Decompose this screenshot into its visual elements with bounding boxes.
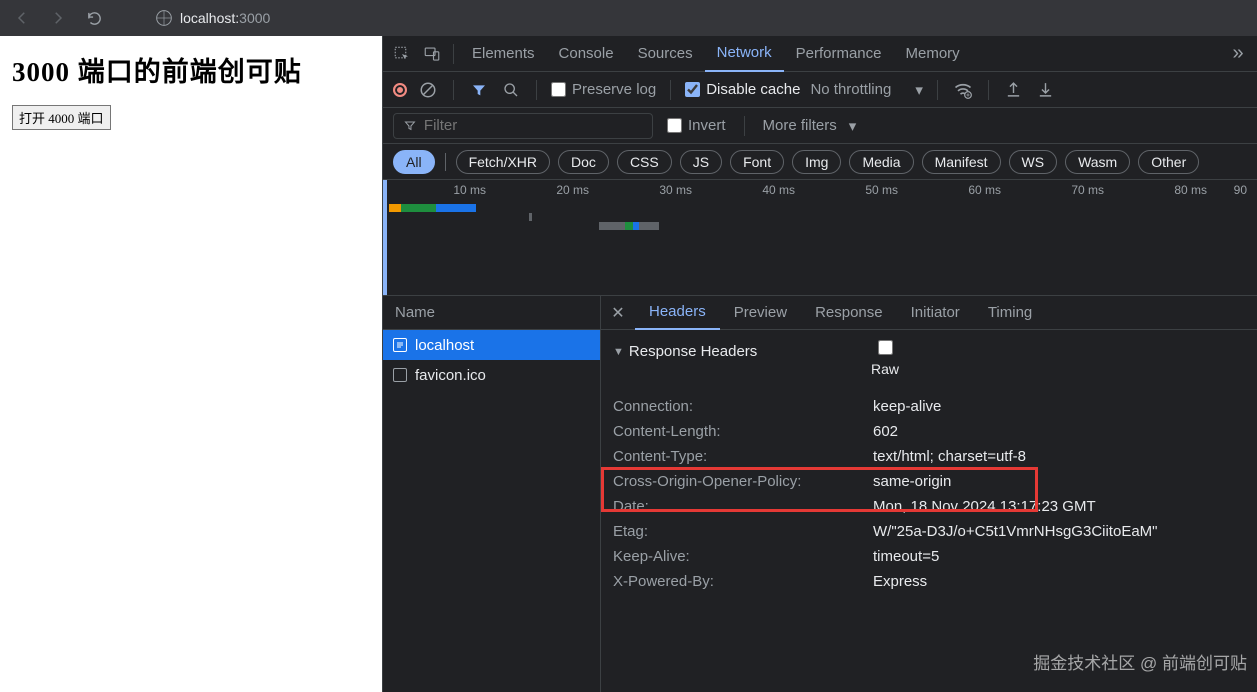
filter-toggle-icon[interactable] [468,79,490,101]
type-filter-bar: All Fetch/XHR Doc CSS JS Font Img Media … [383,144,1257,180]
record-button[interactable] [393,83,407,97]
clear-icon[interactable] [417,79,439,101]
filter-css[interactable]: CSS [617,150,672,174]
open-4000-button[interactable]: 打开 4000 端口 [12,105,111,130]
devtools-panel: Elements Console Sources Network Perform… [382,36,1257,692]
filter-all[interactable]: All [393,150,435,174]
table-row: X-Powered-By:Express [613,569,1245,594]
table-row: Content-Length:602 [613,419,1245,444]
filter-other[interactable]: Other [1138,150,1199,174]
forward-button[interactable] [44,4,72,32]
filter-fetch-xhr[interactable]: Fetch/XHR [456,150,550,174]
network-toolbar: Preserve log Disable cache No throttling… [383,72,1257,108]
table-row: Etag:W/"25a-D3J/o+C5t1VmrNHsgG3CiitoEaM" [613,519,1245,544]
network-conditions-icon[interactable] [952,79,974,101]
request-item-localhost[interactable]: localhost [383,330,600,360]
detail-tab-initiator[interactable]: Initiator [897,296,974,330]
filter-js[interactable]: JS [680,150,722,174]
insecure-icon [156,10,172,26]
table-row: Content-Type:text/html; charset=utf-8 [613,444,1245,469]
address-url: localhost:3000 [180,10,270,26]
reload-button[interactable] [80,4,108,32]
filter-font[interactable]: Font [730,150,784,174]
throttling-dropdown[interactable]: No throttling▾ [810,81,922,99]
close-details-button[interactable]: ✕ [601,296,635,330]
timeline-overview[interactable]: 10 ms 20 ms 30 ms 40 ms 50 ms 60 ms 70 m… [383,180,1257,296]
response-headers-section[interactable]: ▼ Response Headers [601,341,1257,362]
import-har-icon[interactable] [1003,79,1025,101]
more-filters-dropdown[interactable]: More filters▾ [763,117,857,135]
filter-ws[interactable]: WS [1009,150,1058,174]
search-icon[interactable] [500,79,522,101]
devtools-tabs: Elements Console Sources Network Perform… [383,36,1257,72]
table-row: Cross-Origin-Opener-Policy:same-origin [613,469,1245,494]
tab-memory[interactable]: Memory [894,36,972,72]
filter-wasm[interactable]: Wasm [1065,150,1130,174]
response-headers-table: Connection:keep-alive Content-Length:602… [601,394,1257,594]
table-row: Connection:keep-alive [613,394,1245,419]
expand-icon: ▼ [613,346,624,358]
table-row: Keep-Alive:timeout=5 [613,544,1245,569]
tab-performance[interactable]: Performance [784,36,894,72]
tab-elements[interactable]: Elements [460,36,547,72]
filter-img[interactable]: Img [792,150,841,174]
page-heading: 3000 端口的前端创可贴 [12,50,370,89]
tab-console[interactable]: Console [547,36,626,72]
back-button[interactable] [8,4,36,32]
filter-media[interactable]: Media [849,150,913,174]
tab-network[interactable]: Network [705,36,784,72]
device-toggle-icon[interactable] [417,39,447,69]
filter-input[interactable] [393,113,653,139]
tab-sources[interactable]: Sources [626,36,705,72]
requests-list: Name localhost favicon.ico [383,296,601,692]
more-tabs-icon[interactable]: » [1223,39,1253,69]
image-icon [393,368,407,382]
raw-toggle[interactable]: Raw [871,340,899,377]
filter-doc[interactable]: Doc [558,150,609,174]
request-item-favicon[interactable]: favicon.ico [383,360,600,390]
detail-tab-timing[interactable]: Timing [974,296,1046,330]
preserve-log-checkbox[interactable]: Preserve log [551,81,656,98]
document-icon [393,338,407,352]
details-tabs: ✕ Headers Preview Response Initiator Tim… [601,296,1257,330]
page-viewport: 3000 端口的前端创可贴 打开 4000 端口 [0,36,382,692]
address-bar[interactable]: localhost:3000 [144,4,282,32]
filter-manifest[interactable]: Manifest [922,150,1001,174]
export-har-icon[interactable] [1035,79,1057,101]
detail-tab-headers[interactable]: Headers [635,296,720,330]
detail-tab-response[interactable]: Response [801,296,897,330]
browser-toolbar: localhost:3000 [0,0,1257,36]
disable-cache-checkbox[interactable]: Disable cache [685,81,800,98]
name-column-header[interactable]: Name [383,296,600,330]
table-row: Date:Mon, 18 Nov 2024 13:17:23 GMT [613,494,1245,519]
inspect-icon[interactable] [387,39,417,69]
headers-body: ▼ Response Headers Raw Connection:keep-a… [601,330,1257,692]
detail-tab-preview[interactable]: Preview [720,296,801,330]
request-details: ✕ Headers Preview Response Initiator Tim… [601,296,1257,692]
filter-bar: Invert More filters▾ [383,108,1257,144]
timeline-tracks [389,204,659,231]
network-content: Name localhost favicon.ico [383,296,1257,692]
invert-checkbox[interactable]: Invert [667,117,726,134]
